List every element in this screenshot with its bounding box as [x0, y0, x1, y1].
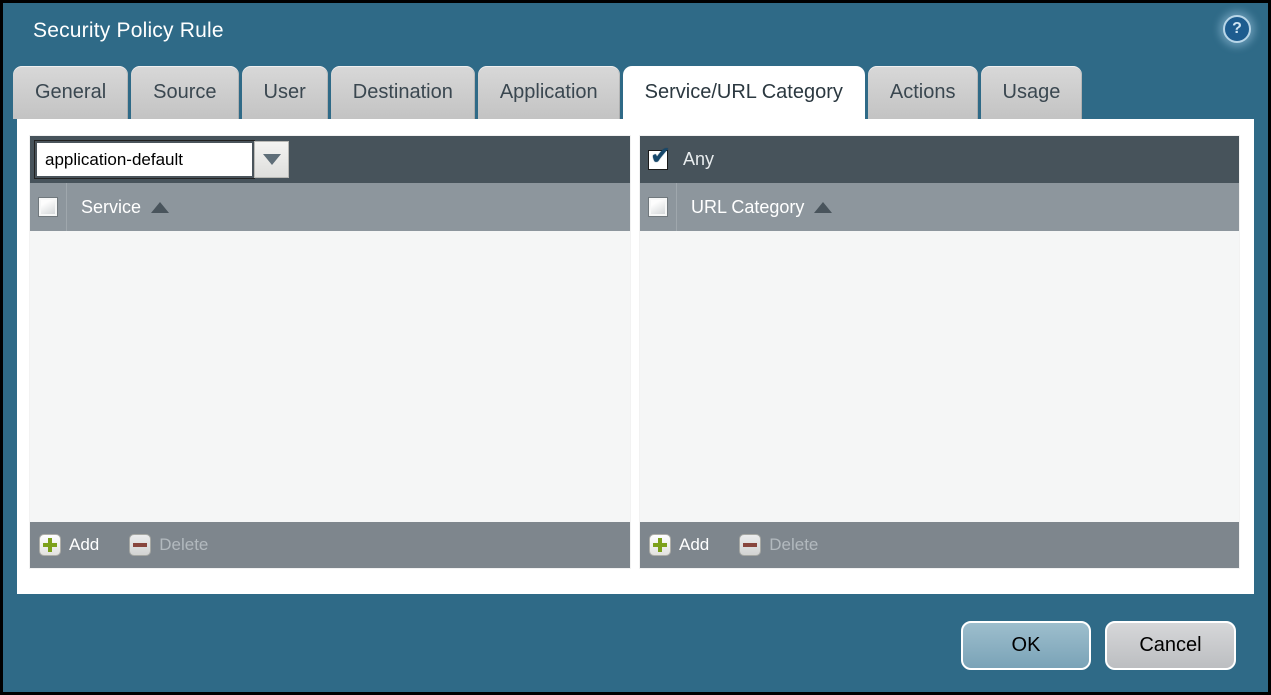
dialog-action-buttons: OK Cancel — [961, 621, 1236, 670]
cancel-button[interactable]: Cancel — [1105, 621, 1236, 670]
service-type-dropdown-button[interactable] — [254, 141, 289, 178]
delete-minus-icon — [739, 534, 762, 556]
any-checkbox[interactable] — [648, 141, 671, 171]
service-table-header: Service — [30, 183, 630, 231]
delete-button-label: Delete — [159, 535, 209, 554]
service-type-input[interactable] — [34, 140, 255, 179]
service-select-all-checkbox[interactable] — [38, 197, 58, 217]
tab-usage[interactable]: Usage — [980, 66, 1083, 119]
tab-content: Service Add Delete Any — [17, 119, 1254, 594]
service-list-empty[interactable] — [30, 231, 630, 522]
url-category-table-header: URL Category — [640, 183, 1239, 231]
tab-user[interactable]: User — [241, 66, 328, 119]
url-category-add-button[interactable]: Add — [649, 534, 709, 556]
add-plus-icon — [649, 534, 671, 556]
sort-ascending-icon[interactable] — [814, 201, 833, 213]
tab-actions[interactable]: Actions — [867, 66, 978, 119]
service-panel: Service Add Delete — [30, 136, 630, 568]
title-bar: Security Policy Rule ? — [3, 3, 1268, 65]
url-category-toolbar: Any — [640, 136, 1239, 183]
service-column-label: Service — [81, 196, 142, 217]
tab-destination[interactable]: Destination — [330, 66, 475, 119]
delete-minus-icon — [129, 534, 152, 556]
url-category-select-all-checkbox[interactable] — [648, 197, 668, 217]
tab-bar: General Source User Destination Applicat… — [13, 66, 1083, 119]
service-delete-button[interactable]: Delete — [129, 534, 208, 556]
dialog-title: Security Policy Rule — [33, 19, 224, 42]
help-icon[interactable]: ? — [1223, 15, 1251, 43]
tab-service-url-category[interactable]: Service/URL Category — [622, 66, 865, 119]
service-footer: Add Delete — [30, 522, 630, 568]
ok-button[interactable]: OK — [961, 621, 1091, 670]
url-category-panel: Any URL Category Add Delete — [640, 136, 1239, 568]
sort-ascending-icon[interactable] — [151, 201, 170, 213]
tab-source[interactable]: Source — [131, 66, 239, 119]
add-button-label: Add — [679, 535, 710, 554]
delete-button-label: Delete — [769, 535, 819, 554]
service-toolbar — [30, 136, 630, 183]
url-category-delete-button[interactable]: Delete — [739, 534, 818, 556]
column-divider — [66, 183, 67, 231]
column-divider — [676, 183, 677, 231]
tab-application[interactable]: Application — [477, 66, 620, 119]
chevron-down-icon — [262, 154, 281, 165]
add-plus-icon — [39, 534, 61, 556]
service-add-button[interactable]: Add — [39, 534, 99, 556]
security-policy-rule-dialog: Security Policy Rule ? General Source Us… — [0, 0, 1271, 695]
url-category-list-empty[interactable] — [640, 231, 1239, 522]
url-category-column-label: URL Category — [691, 196, 805, 217]
any-checkbox-label: Any — [683, 149, 715, 169]
tab-general[interactable]: General — [13, 66, 129, 119]
url-category-footer: Add Delete — [640, 522, 1239, 568]
add-button-label: Add — [69, 535, 100, 554]
